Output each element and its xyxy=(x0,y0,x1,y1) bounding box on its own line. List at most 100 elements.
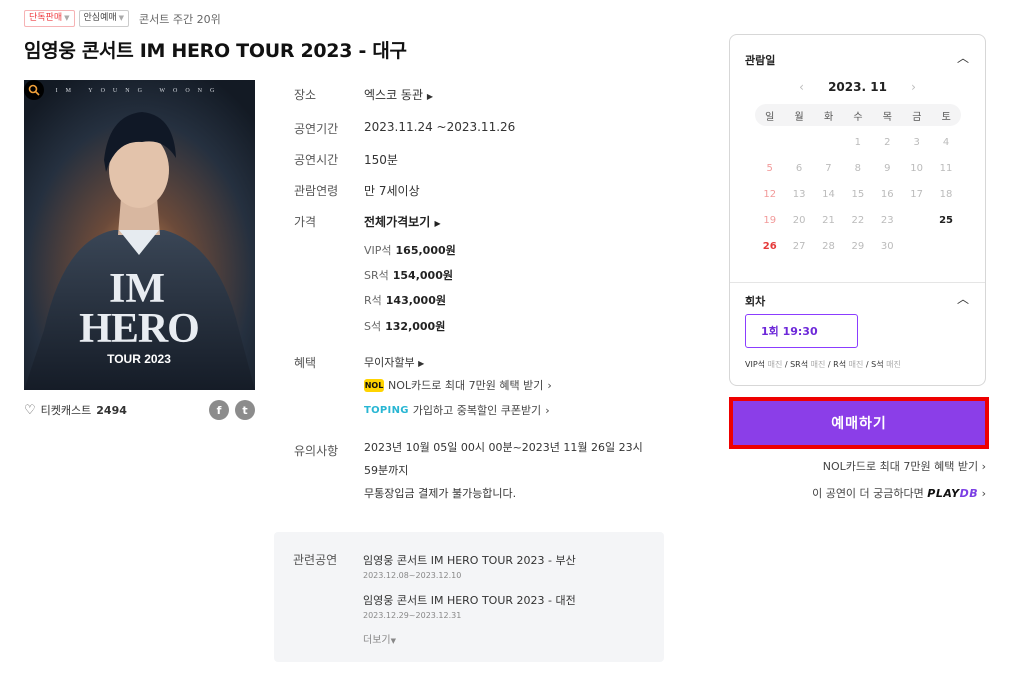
zoom-icon[interactable] xyxy=(24,80,44,100)
calendar-day: 6 xyxy=(795,163,803,174)
toping-logo-icon: TOPING xyxy=(364,404,409,416)
calendar-day: 21 xyxy=(822,215,835,226)
calendar-week: 12 13 14 15 16 17 18 xyxy=(755,182,961,208)
calendar-day: 23 xyxy=(880,215,894,226)
more-button[interactable]: 더보기▼ xyxy=(363,631,396,646)
calendar-day: 16 xyxy=(880,189,894,200)
caret-down-icon: ▼ xyxy=(118,14,125,22)
calendar-day: 7 xyxy=(825,163,832,174)
arrow-right-icon: ▶ xyxy=(426,92,433,101)
twitter-icon[interactable]: t xyxy=(235,400,255,420)
chevron-right-icon: › xyxy=(981,460,986,473)
share-buttons: f t xyxy=(209,400,255,420)
related-performances: 관련공연 임영웅 콘서트 IM HERO TOUR 2023 - 부산 2023… xyxy=(274,532,664,662)
poster-footer: ♡ 티켓캐스트 2494 f t xyxy=(24,400,255,420)
arrow-right-icon: ▶ xyxy=(434,219,441,228)
month-label: 2023. 11 xyxy=(828,80,887,94)
chevron-up-icon[interactable]: ︿ xyxy=(957,49,969,66)
calendar-day: 5 xyxy=(766,163,773,174)
price-all-link[interactable]: 전체가격보기 ▶ xyxy=(364,213,441,230)
calendar-week: 1 2 3 4 xyxy=(755,130,961,156)
chevron-up-icon[interactable]: ︿ xyxy=(957,290,969,307)
runtime-value: 150분 xyxy=(364,153,398,167)
playdb-logo: PLAYDB xyxy=(927,487,979,500)
badge-group: 단독판매 ▼ 안심예매 ▼ 콘서트 주간 20위 xyxy=(24,10,221,27)
calendar-day: 3 xyxy=(913,137,920,148)
calendar-day[interactable]: 25 xyxy=(931,208,960,234)
related-item[interactable]: 임영웅 콘서트 IM HERO TOUR 2023 - 대전 2023.12.2… xyxy=(363,592,576,620)
chevron-right-icon: › xyxy=(547,378,552,392)
page-title: 임영웅 콘서트 IM HERO TOUR 2023 - 대구 xyxy=(24,40,407,62)
calendar-empty xyxy=(755,130,784,156)
calendar-day: 1 xyxy=(854,137,862,148)
installment-link[interactable]: 무이자할부 ▶ xyxy=(364,354,424,370)
notice-label: 유의사항 xyxy=(294,444,339,458)
venue-label: 장소 xyxy=(294,88,317,102)
related-item[interactable]: 임영웅 콘서트 IM HERO TOUR 2023 - 부산 2023.12.0… xyxy=(363,552,576,580)
caret-down-icon: ▼ xyxy=(390,637,396,645)
period-value: 2023.11.24 ~2023.11.26 xyxy=(364,120,516,134)
price-s: S석 132,000원 xyxy=(364,320,446,333)
weekly-rank: 콘서트 주간 20위 xyxy=(139,12,221,26)
next-month-icon[interactable]: › xyxy=(911,80,916,94)
calendar-day: 20 xyxy=(792,215,806,226)
calendar-day[interactable]: 24 xyxy=(902,208,931,234)
heart-icon[interactable]: ♡ xyxy=(24,403,36,418)
poster-image[interactable]: IM YOUNG WOONG IM HERO TOUR 2023 xyxy=(24,80,255,390)
calendar-empty xyxy=(902,234,931,260)
exclusive-badge[interactable]: 단독판매 ▼ xyxy=(24,10,75,27)
calendar-empty xyxy=(814,130,843,156)
facebook-icon[interactable]: f xyxy=(209,400,229,420)
calendar-day: 22 xyxy=(851,215,865,226)
calendar-day: 9 xyxy=(884,163,891,174)
notice-text: 2023년 10월 05일 00시 00분~2023년 11월 26일 23시 … xyxy=(364,441,643,500)
calendar-day: 4 xyxy=(942,137,950,148)
price-label: 가격 xyxy=(294,215,317,229)
book-button[interactable]: 예매하기 xyxy=(729,397,989,449)
calendar-day: 2 xyxy=(884,137,891,148)
calendar-day: 12 xyxy=(763,189,777,200)
calendar-day: 29 xyxy=(851,241,865,252)
booking-panel: 관람일 ︿ ‹ 2023. 11 › 일월화수목금토 1 2 3 4 5 6 7 8 9 10 11… xyxy=(729,34,986,386)
chevron-right-icon: › xyxy=(545,403,550,417)
calendar-empty xyxy=(931,234,960,260)
session-slot-button[interactable]: 1회 19:30 xyxy=(745,314,858,348)
nol-benefit-link[interactable]: NOL NOL카드로 최대 7만원 혜택 받기 › xyxy=(364,377,552,393)
prev-month-icon[interactable]: ‹ xyxy=(799,80,804,94)
weekday-header: 일월화수목금토 xyxy=(755,104,961,126)
seat-status: VIP석 매진 / SR석 매진 / R석 매진 / S석 매진 xyxy=(745,360,901,369)
chevron-right-icon: › xyxy=(981,487,986,500)
playdb-link[interactable]: 이 공연이 더 궁금하다면 PLAYDB › xyxy=(812,485,986,501)
calendar-day[interactable]: 26 xyxy=(755,234,784,260)
toping-benefit-link[interactable]: TOPING 가입하고 중복할인 쿠폰받기 › xyxy=(364,402,550,418)
price-r: R석 143,000원 xyxy=(364,294,446,307)
calendar-day: 13 xyxy=(792,189,806,200)
price-vip: VIP석 165,000원 xyxy=(364,244,456,257)
session-section-title: 회차 xyxy=(745,295,766,308)
poster-top-text: IM YOUNG WOONG xyxy=(56,88,223,94)
calendar-day: 15 xyxy=(851,189,865,200)
related-label: 관련공연 xyxy=(293,553,338,567)
calendar-day: 27 xyxy=(792,241,806,252)
poster-tour: TOUR 2023 xyxy=(107,352,171,366)
calendar-day: 17 xyxy=(910,189,924,200)
arrow-right-icon: ▶ xyxy=(418,359,425,368)
calendar-grid: 1 2 3 4 5 6 7 8 9 10 11 12 13 14 15 16 17 18 19 20 21 22 23 24 2… xyxy=(755,130,961,260)
venue-link[interactable]: 엑스코 동관 ▶ xyxy=(364,86,433,103)
poster-art: IM YOUNG WOONG IM HERO TOUR 2023 xyxy=(24,80,255,390)
calendar-week: 26 27 28 29 30 xyxy=(755,234,961,260)
calendar-day: 30 xyxy=(880,241,894,252)
nol-promo-link[interactable]: NOL카드로 최대 7만원 혜택 받기 › xyxy=(823,458,986,474)
runtime-label: 공연시간 xyxy=(294,153,339,167)
nol-logo-icon: NOL xyxy=(364,378,384,392)
benefit-label: 혜택 xyxy=(294,356,317,370)
safe-booking-badge[interactable]: 안심예매 ▼ xyxy=(78,10,130,27)
calendar-week: 5 6 7 8 9 10 11 xyxy=(755,156,961,182)
period-label: 공연기간 xyxy=(294,122,339,136)
age-label: 관람연령 xyxy=(294,184,339,198)
ticketcast-like[interactable]: ♡ 티켓캐스트 2494 xyxy=(24,402,127,418)
calendar-day: 10 xyxy=(910,163,924,174)
calendar-day: 19 xyxy=(763,215,777,226)
price-sr: SR석 154,000원 xyxy=(364,269,453,282)
poster-hero: HERO xyxy=(79,306,199,352)
